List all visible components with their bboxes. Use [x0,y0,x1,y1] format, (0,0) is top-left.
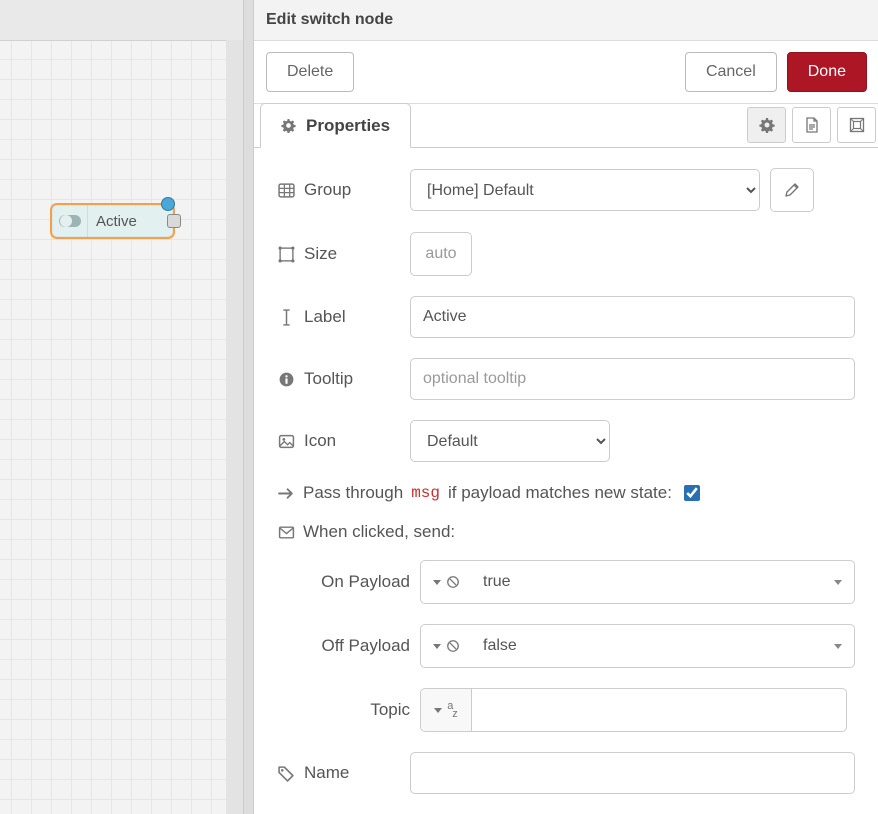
boolean-icon [446,575,460,589]
topic-input[interactable]: az [420,688,847,732]
when-clicked-row: When clicked, send: [278,522,855,542]
icon-select[interactable]: Default [410,420,610,462]
group-label: Group [304,180,351,200]
object-group-icon [278,246,295,263]
node-label: Active [88,213,137,230]
switch-node[interactable]: Active [50,203,175,239]
label-input[interactable] [410,296,855,338]
image-icon [278,433,295,450]
on-payload-label: On Payload [321,572,410,592]
off-payload-type-button[interactable] [421,625,471,667]
on-payload-value[interactable]: true [471,573,854,591]
passthrough-msg-code: msg [411,484,440,502]
arrow-right-icon [278,485,295,502]
envelope-icon [278,524,295,541]
done-button[interactable]: Done [787,52,867,92]
table-icon [278,182,295,199]
info-circle-icon [278,371,295,388]
passthrough-checkbox[interactable] [684,485,700,501]
tab-icon-settings[interactable] [747,107,786,143]
node-output-port[interactable] [167,214,181,228]
node-changed-indicator [161,197,175,211]
name-input[interactable] [410,752,855,794]
passthrough-pre: Pass through [303,483,403,503]
topic-label: Topic [370,700,410,720]
delete-button[interactable]: Delete [266,52,354,92]
tab-icon-appearance[interactable] [837,107,876,143]
off-payload-label: Off Payload [321,636,410,656]
tabs-row: Properties [254,104,878,148]
edit-group-button[interactable] [770,168,814,212]
caret-down-icon [434,708,442,713]
tab-icon-description[interactable] [792,107,831,143]
when-clicked-label: When clicked, send: [303,522,455,542]
i-cursor-icon [278,309,295,326]
tray-toolbar: Delete Cancel Done [254,41,878,104]
tooltip-label: Tooltip [304,369,353,389]
group-select[interactable]: [Home] Default [410,169,760,211]
tag-icon [278,765,295,782]
switch-icon [59,215,81,227]
cancel-button[interactable]: Cancel [685,52,777,92]
canvas-scrollbar[interactable] [226,40,243,814]
topic-type-button[interactable]: az [421,689,472,731]
properties-form: Group [Home] Default Size auto [254,148,878,814]
boolean-icon [446,639,460,653]
label-label: Label [304,307,346,327]
size-selector[interactable]: auto [410,232,472,276]
on-payload-input[interactable]: true [420,560,855,604]
tray-title: Edit switch node [254,0,878,41]
gear-icon [281,118,296,133]
off-payload-input[interactable]: false [420,624,855,668]
tab-properties[interactable]: Properties [260,103,411,148]
caret-down-icon [834,580,842,585]
tooltip-input[interactable] [410,358,855,400]
on-payload-type-button[interactable] [421,561,471,603]
name-label: Name [304,763,349,783]
canvas-tab-strip [0,0,243,41]
passthrough-row: Pass through msg if payload matches new … [278,482,855,504]
off-payload-value[interactable]: false [471,637,854,655]
caret-down-icon [433,644,441,649]
topic-value-input[interactable] [472,689,846,731]
passthrough-post: if payload matches new state: [448,483,672,503]
node-type-icon [52,205,88,237]
size-label: Size [304,244,337,264]
edit-tray: Edit switch node Delete Cancel Done Prop… [253,0,878,814]
icon-label: Icon [304,431,336,451]
string-type-icon: az [447,702,458,718]
file-icon [804,117,820,133]
caret-down-icon [433,580,441,585]
caret-down-icon [834,644,842,649]
flow-canvas[interactable]: Active [0,0,244,814]
gear-icon [759,117,775,133]
tab-properties-label: Properties [306,116,390,136]
frame-icon [849,117,865,133]
pencil-icon [784,182,800,198]
